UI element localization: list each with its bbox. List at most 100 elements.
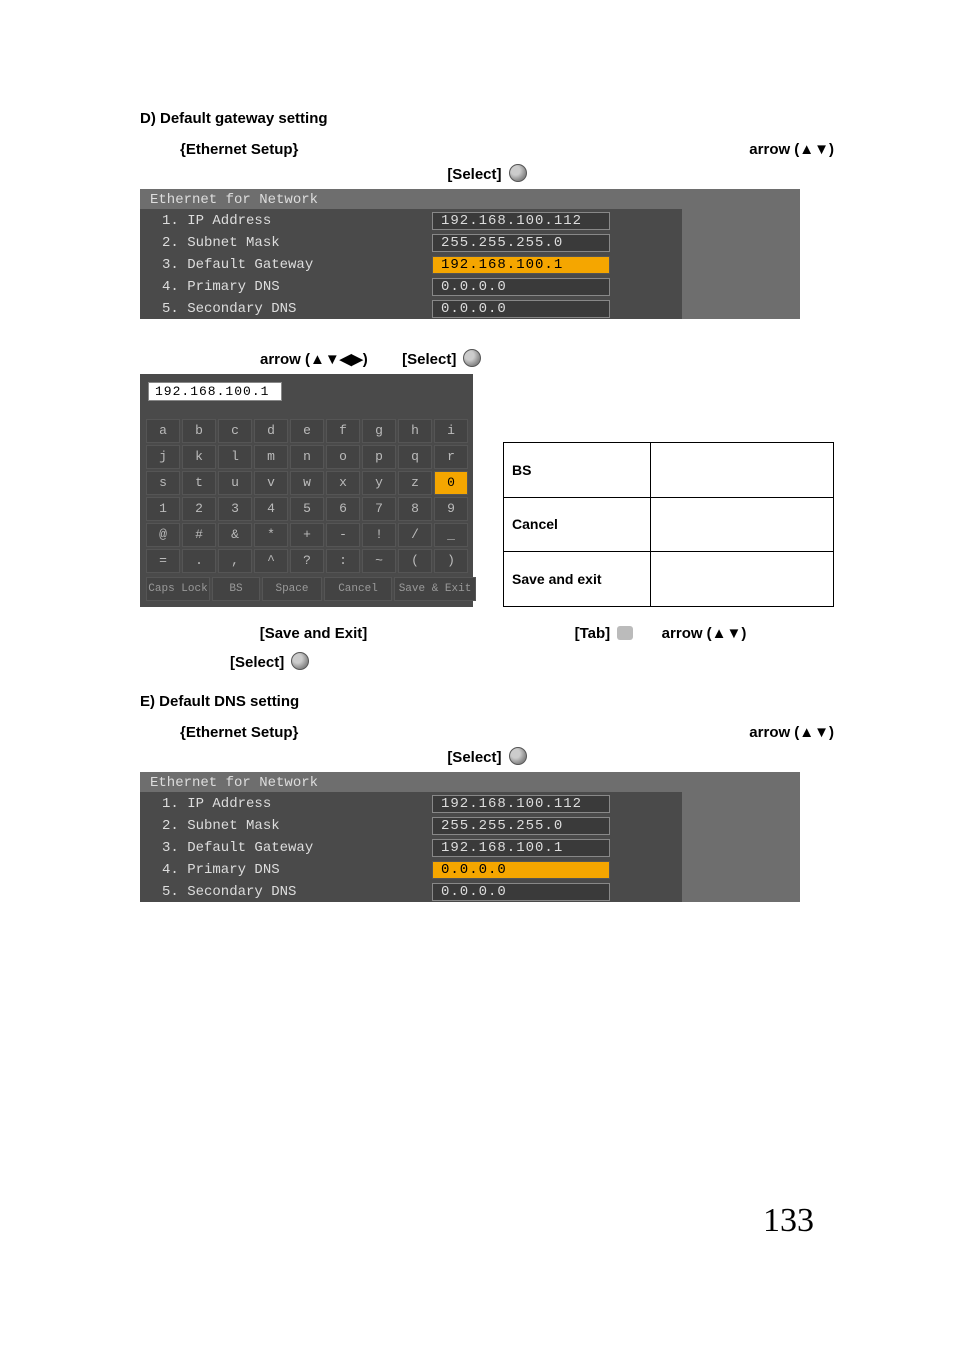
function-key-table: BSCancelSave and exit — [503, 442, 834, 607]
kbd-key[interactable]: ~ — [362, 549, 396, 573]
kbd-key[interactable]: k — [182, 445, 216, 469]
select-icon — [463, 349, 481, 367]
ethernet-setup-label: {Ethernet Setup} — [180, 141, 298, 158]
kbd-key[interactable]: - — [326, 523, 360, 547]
tab-icon — [617, 626, 633, 640]
kbd-key[interactable]: _ — [434, 523, 468, 547]
kbd-key[interactable]: y — [362, 471, 396, 495]
kbd-key[interactable]: # — [182, 523, 216, 547]
kbd-fn-key[interactable]: Space — [262, 577, 322, 601]
kbd-key[interactable]: 6 — [326, 497, 360, 521]
kbd-input-field[interactable]: 192.168.100.1 — [148, 382, 282, 401]
eth-row-value[interactable]: 192.168.100.1 — [432, 256, 610, 274]
kbd-key[interactable]: o — [326, 445, 360, 469]
eth-row-label: 3. Default Gateway — [140, 253, 422, 275]
kbd-key[interactable]: ) — [434, 549, 468, 573]
kbd-key[interactable]: & — [218, 523, 252, 547]
eth-row-label: 5. Secondary DNS — [140, 297, 422, 319]
kbd-fn-key[interactable]: BS — [212, 577, 260, 601]
kbd-key[interactable]: 2 — [182, 497, 216, 521]
kbd-key[interactable]: v — [254, 471, 288, 495]
kbd-key[interactable]: z — [398, 471, 432, 495]
kbd-key[interactable]: n — [290, 445, 324, 469]
kbd-key[interactable]: w — [290, 471, 324, 495]
eth-row-label: 4. Primary DNS — [140, 858, 422, 880]
kbd-fn-key[interactable]: Cancel — [324, 577, 392, 601]
kbd-key[interactable]: r — [434, 445, 468, 469]
eth-row-value[interactable]: 192.168.100.112 — [432, 212, 610, 230]
kbd-key[interactable]: : — [326, 549, 360, 573]
kbd-key[interactable]: 8 — [398, 497, 432, 521]
func-row-label: Save and exit — [504, 552, 651, 607]
eth-row-value[interactable]: 192.168.100.112 — [432, 795, 610, 813]
eth-row-label: 1. IP Address — [140, 209, 422, 231]
kbd-key[interactable]: * — [254, 523, 288, 547]
eth-row-value[interactable]: 255.255.255.0 — [432, 817, 610, 835]
func-row-label: Cancel — [504, 497, 651, 552]
eth-row-value[interactable]: 0.0.0.0 — [432, 278, 610, 296]
kbd-key[interactable]: ^ — [254, 549, 288, 573]
select-label-2: [Select] — [402, 351, 456, 368]
eth-title: Ethernet for Network — [140, 772, 422, 792]
func-row-desc — [651, 552, 834, 607]
eth-row-value[interactable]: 0.0.0.0 — [432, 861, 610, 879]
eth-row-value[interactable]: 0.0.0.0 — [432, 300, 610, 318]
eth-row-label: 4. Primary DNS — [140, 275, 422, 297]
kbd-key[interactable]: l — [218, 445, 252, 469]
tab-label: [Tab] — [575, 625, 611, 642]
eth-row-value[interactable]: 0.0.0.0 — [432, 883, 610, 901]
func-row-desc — [651, 497, 834, 552]
arrow-ud-label: arrow (▲▼) — [749, 141, 834, 158]
kbd-key[interactable]: s — [146, 471, 180, 495]
ethernet-setup-label-2: {Ethernet Setup} — [180, 724, 298, 741]
kbd-key[interactable]: e — [290, 419, 324, 443]
kbd-key[interactable]: q — [398, 445, 432, 469]
kbd-key[interactable]: 1 — [146, 497, 180, 521]
kbd-key[interactable]: ! — [362, 523, 396, 547]
page-number: 133 — [140, 1202, 834, 1240]
kbd-key[interactable]: h — [398, 419, 432, 443]
arrow-all-label: arrow (▲▼◀▶) — [260, 351, 368, 368]
kbd-key[interactable]: u — [218, 471, 252, 495]
kbd-key[interactable]: / — [398, 523, 432, 547]
kbd-key[interactable]: 5 — [290, 497, 324, 521]
kbd-key[interactable]: i — [434, 419, 468, 443]
kbd-key[interactable]: + — [290, 523, 324, 547]
kbd-fn-key[interactable]: Save & Exit — [394, 577, 476, 601]
eth-row-value[interactable]: 255.255.255.0 — [432, 234, 610, 252]
kbd-key[interactable]: f — [326, 419, 360, 443]
kbd-fn-key[interactable]: Caps Lock — [146, 577, 210, 601]
onscreen-keyboard: 192.168.100.1 abcdefghi jklmnopqr stuvwxyz… — [140, 374, 473, 607]
kbd-key[interactable]: x — [326, 471, 360, 495]
eth-row-label: 5. Secondary DNS — [140, 880, 422, 902]
eth-row-value[interactable]: 192.168.100.1 — [432, 839, 610, 857]
kbd-key[interactable]: t — [182, 471, 216, 495]
kbd-key[interactable]: 3 — [218, 497, 252, 521]
kbd-key[interactable]: j — [146, 445, 180, 469]
kbd-key[interactable]: 7 — [362, 497, 396, 521]
eth-row-label: 2. Subnet Mask — [140, 814, 422, 836]
arrow-ud-label-2: arrow (▲▼) — [662, 625, 747, 642]
kbd-key[interactable]: ? — [290, 549, 324, 573]
kbd-key[interactable]: , — [218, 549, 252, 573]
kbd-key[interactable]: 4 — [254, 497, 288, 521]
kbd-key[interactable]: p — [362, 445, 396, 469]
kbd-key[interactable]: c — [218, 419, 252, 443]
eth-row-label: 1. IP Address — [140, 792, 422, 814]
kbd-key[interactable]: d — [254, 419, 288, 443]
kbd-key[interactable]: a — [146, 419, 180, 443]
kbd-key[interactable]: 9 — [434, 497, 468, 521]
kbd-key[interactable]: . — [182, 549, 216, 573]
save-exit-label: [Save and Exit] — [260, 625, 368, 642]
eth-row-label: 2. Subnet Mask — [140, 231, 422, 253]
kbd-key[interactable]: @ — [146, 523, 180, 547]
kbd-key[interactable]: = — [146, 549, 180, 573]
kbd-key[interactable]: m — [254, 445, 288, 469]
select-icon — [509, 747, 527, 765]
kbd-key[interactable]: 0 — [434, 471, 468, 495]
kbd-key[interactable]: g — [362, 419, 396, 443]
kbd-key[interactable]: b — [182, 419, 216, 443]
kbd-key[interactable]: ( — [398, 549, 432, 573]
select-icon — [291, 652, 309, 670]
section-e-heading: E) Default DNS setting — [140, 693, 834, 710]
